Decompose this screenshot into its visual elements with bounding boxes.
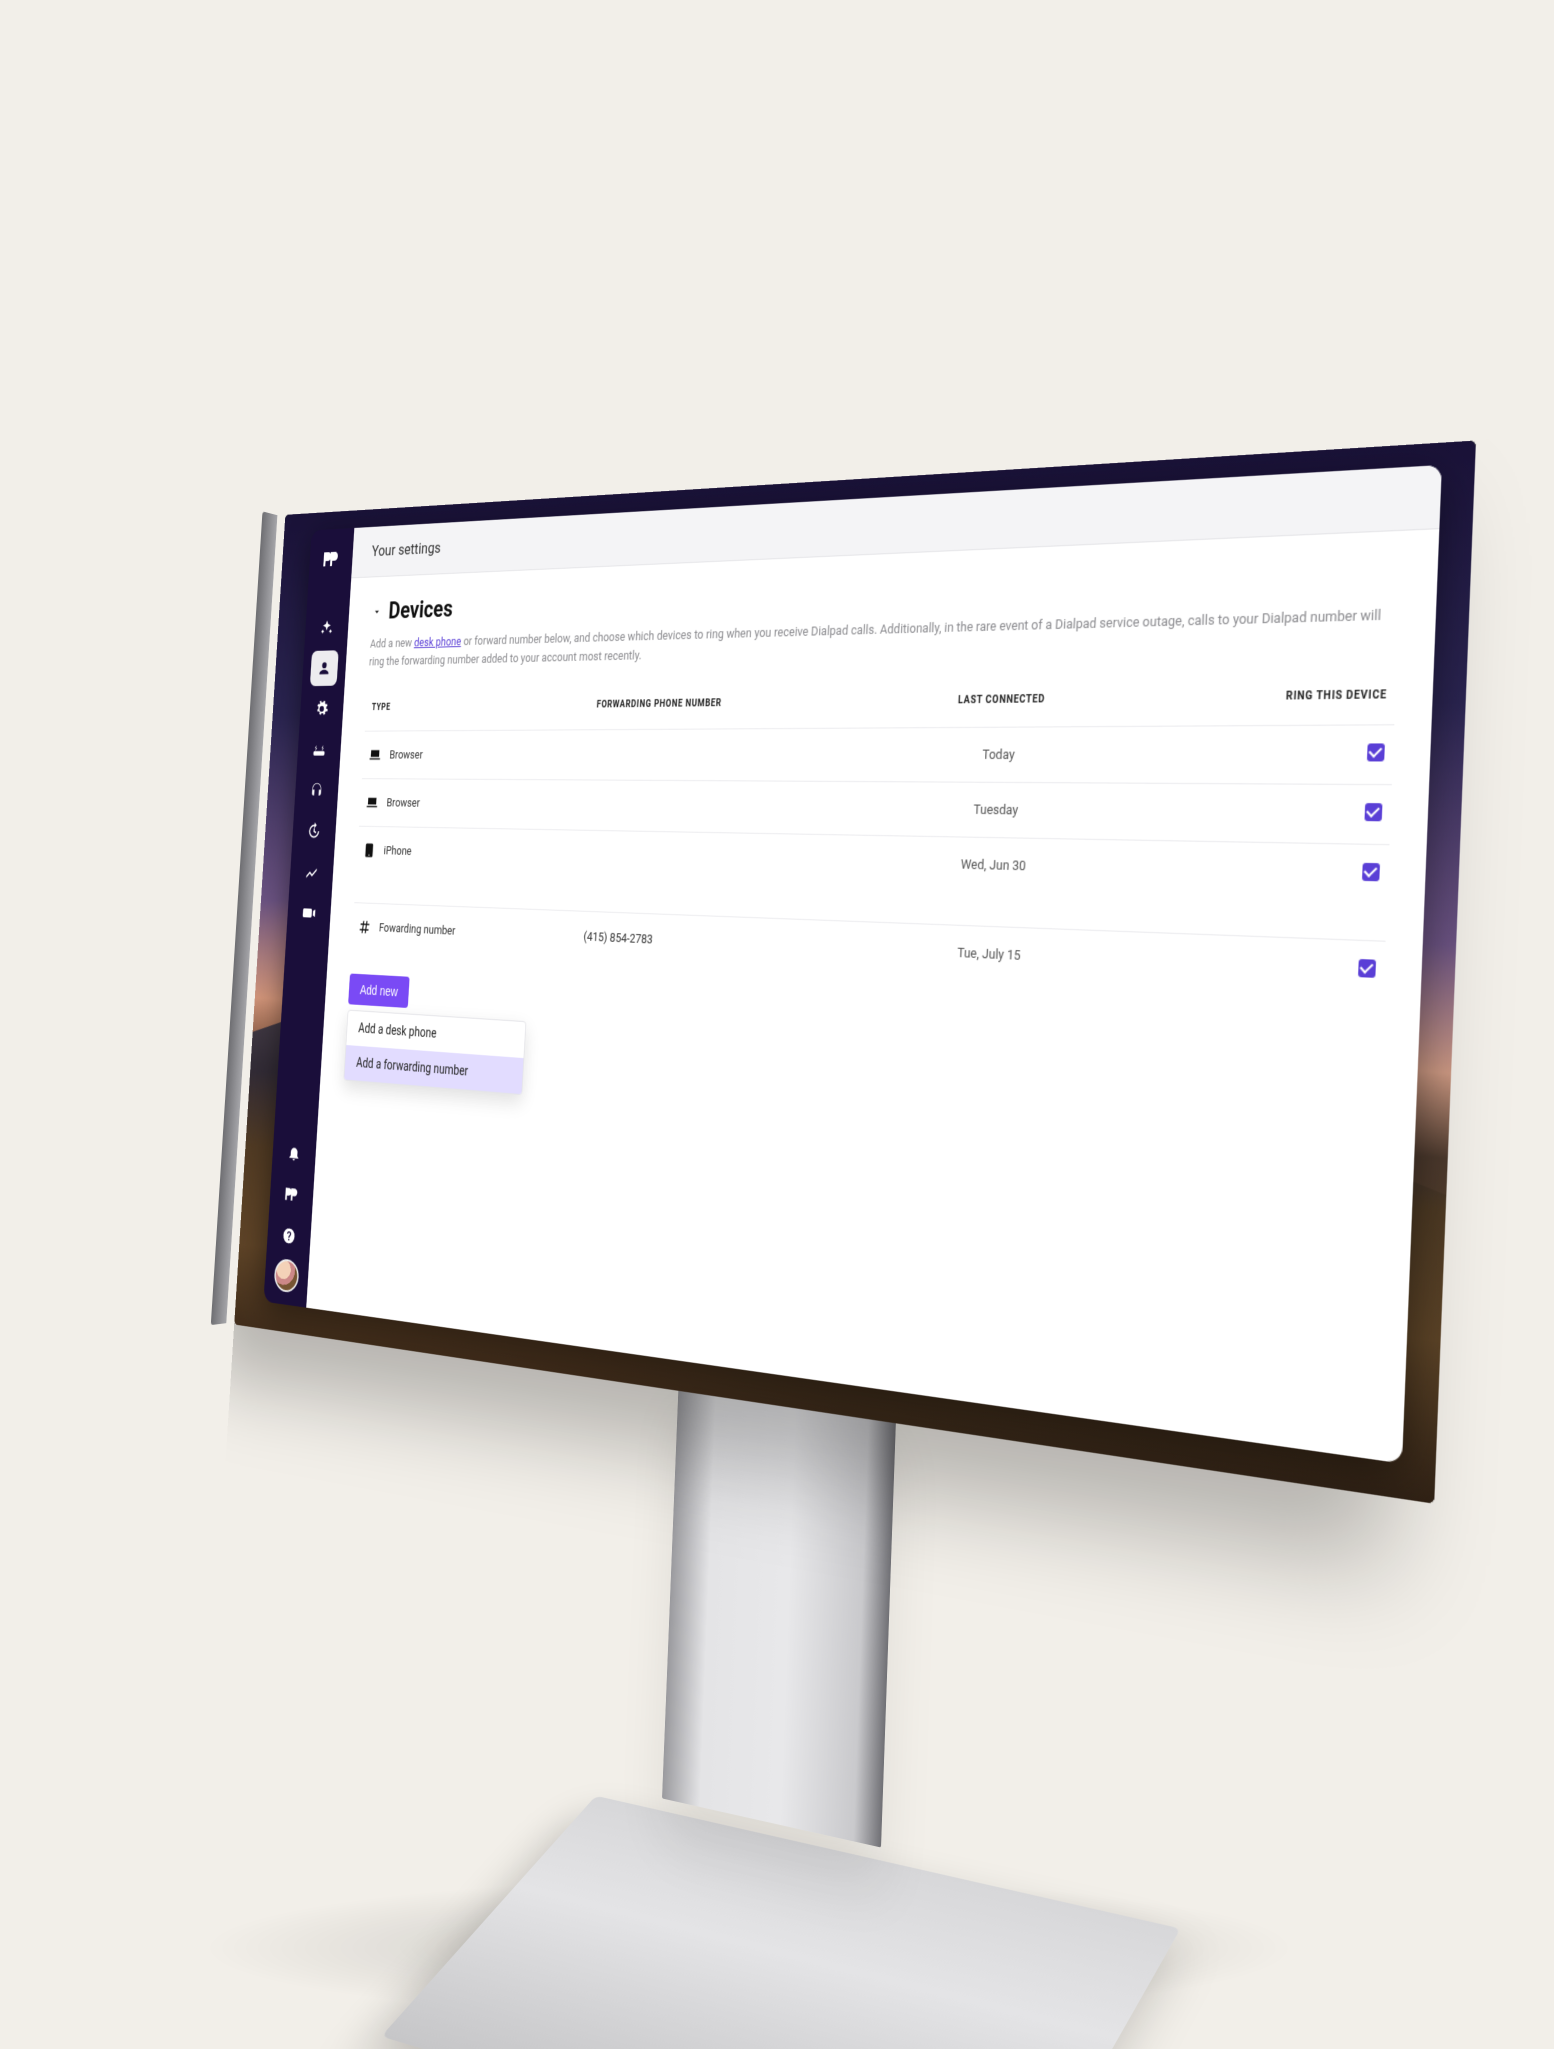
app-window: Your settings Devices Add a new desk pho… bbox=[263, 465, 1441, 1464]
hash-icon bbox=[358, 919, 371, 936]
ring-device-checkbox[interactable] bbox=[1362, 863, 1380, 882]
sidebar-item-contacts[interactable] bbox=[310, 650, 339, 686]
desc-pre: Add a new bbox=[370, 637, 415, 652]
main-panel: Your settings Devices Add a new desk pho… bbox=[306, 465, 1442, 1464]
laptop-icon bbox=[365, 794, 378, 810]
col-forward: FORWARDING PHONE NUMBER bbox=[589, 687, 843, 730]
col-type: TYPE bbox=[365, 691, 592, 732]
devices-table: TYPE FORWARDING PHONE NUMBER LAST CONNEC… bbox=[351, 678, 1396, 1001]
add-new-wrap: Add new Add a desk phoneAdd a forwarding… bbox=[343, 973, 528, 1095]
desk-phone-link[interactable]: desk phone bbox=[414, 635, 462, 650]
gear-icon bbox=[315, 700, 329, 718]
device-forward bbox=[581, 830, 835, 887]
dialpad-logo-icon bbox=[322, 548, 339, 570]
headset-icon bbox=[309, 781, 323, 799]
ring-device-checkbox[interactable] bbox=[1358, 959, 1376, 978]
device-type: Fowarding number bbox=[379, 921, 456, 938]
sidebar-item-history[interactable] bbox=[300, 813, 329, 849]
sidebar-avatar[interactable] bbox=[273, 1258, 299, 1294]
bell-icon bbox=[287, 1143, 301, 1162]
sidebar-item-coaching[interactable] bbox=[302, 773, 331, 809]
device-type: Browser bbox=[386, 796, 420, 810]
sparkle-icon bbox=[320, 619, 334, 637]
content: Devices Add a new desk phone or forward … bbox=[318, 529, 1439, 1215]
chevron-down-icon bbox=[372, 605, 382, 618]
sidebar-item-analytics[interactable] bbox=[297, 854, 326, 890]
sidebar-item-department[interactable] bbox=[305, 732, 334, 768]
phone-icon bbox=[363, 842, 376, 859]
monitor-screen: Your settings Devices Add a new desk pho… bbox=[234, 440, 1476, 1503]
device-last-connected: Wed, Jun 30 bbox=[832, 835, 1166, 898]
history-icon bbox=[307, 822, 321, 840]
person-icon bbox=[317, 659, 331, 677]
device-last-connected: Today bbox=[838, 726, 1171, 783]
chart-icon bbox=[304, 863, 318, 881]
ring-device-checkbox[interactable] bbox=[1367, 743, 1385, 761]
sidebar-item-settings[interactable] bbox=[307, 691, 336, 727]
monitor-stand-neck bbox=[662, 1373, 897, 1848]
col-ring: RING THIS DEVICE bbox=[1171, 678, 1396, 726]
monitor: Your settings Devices Add a new desk pho… bbox=[234, 440, 1476, 1503]
sidebar-item-notifications[interactable] bbox=[280, 1134, 309, 1173]
page-title: Your settings bbox=[351, 465, 1442, 578]
device-type: iPhone bbox=[383, 844, 412, 858]
router-icon bbox=[312, 741, 326, 759]
device-forward bbox=[583, 780, 837, 835]
device-forward bbox=[586, 728, 840, 781]
add-new-dropdown: Add a desk phoneAdd a forwarding number bbox=[343, 1010, 526, 1095]
sidebar-logo[interactable] bbox=[317, 541, 346, 577]
col-last: LAST CONNECTED bbox=[840, 681, 1173, 728]
ring-device-checkbox[interactable] bbox=[1364, 803, 1382, 821]
status-icon bbox=[284, 1185, 298, 1205]
laptop-icon bbox=[368, 747, 381, 763]
help-icon bbox=[282, 1226, 296, 1246]
table-row: Browser Today bbox=[362, 725, 1394, 785]
monitor-stand-base bbox=[381, 1796, 1180, 2049]
section-title: Devices bbox=[388, 595, 454, 624]
sidebar-item-sparkle[interactable] bbox=[312, 610, 341, 646]
device-type: Browser bbox=[389, 748, 423, 762]
device-last-connected: Tuesday bbox=[835, 781, 1169, 840]
sidebar-item-help[interactable] bbox=[275, 1216, 304, 1255]
sidebar-item-meetings[interactable] bbox=[295, 895, 324, 932]
video-icon bbox=[302, 904, 316, 922]
add-new-button[interactable]: Add new bbox=[348, 973, 410, 1008]
device-forward: (415) 854-2783 bbox=[576, 911, 831, 974]
device-last-connected: Tue, July 15 bbox=[828, 920, 1162, 990]
sidebar-item-presence[interactable] bbox=[277, 1175, 306, 1214]
